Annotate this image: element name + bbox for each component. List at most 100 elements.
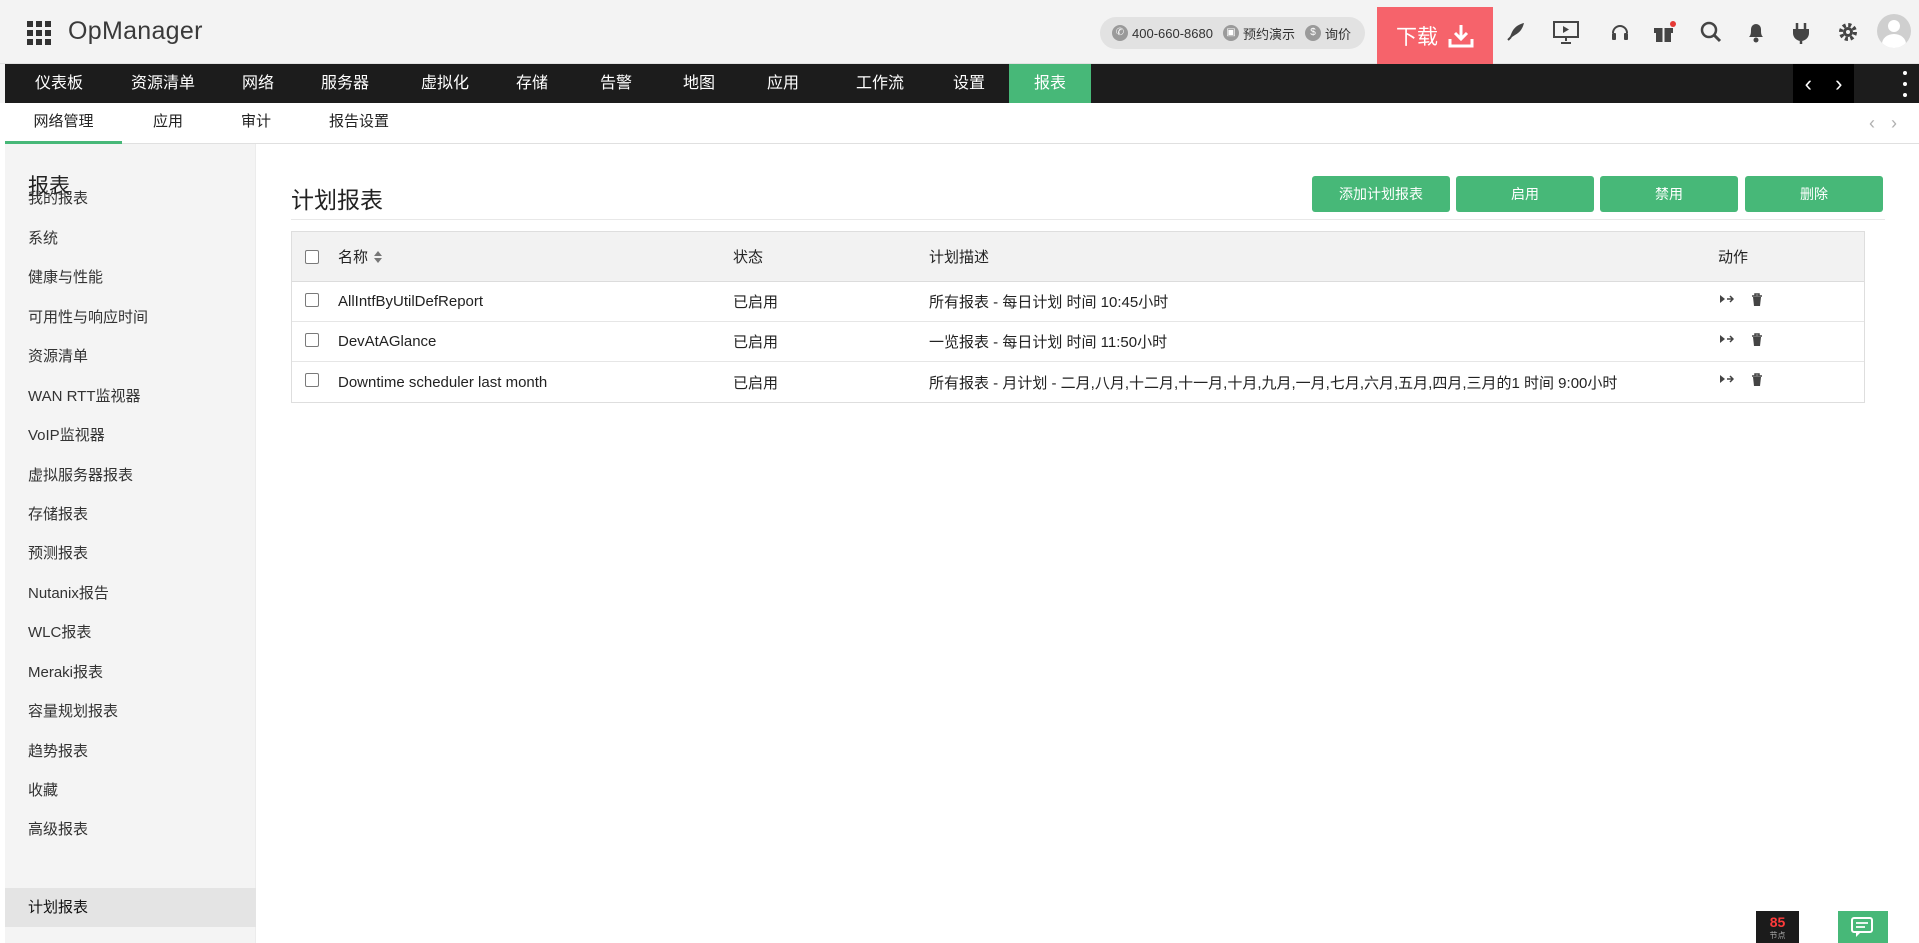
trash-icon[interactable] [1748, 330, 1766, 348]
score-badge[interactable]: 85 节点 [1756, 911, 1799, 943]
top-header: OpManager ✆ 400-660-8680 ▣ 预约演示 $ 询价 下载 [0, 0, 1919, 64]
sidebar-item-storage[interactable]: 存储报表 [5, 495, 256, 534]
trash-icon[interactable] [1748, 290, 1766, 308]
phone-icon: ✆ [1112, 25, 1128, 41]
row-name: AllIntfByUtilDefReport [338, 293, 484, 310]
title-divider [291, 219, 1885, 220]
nav-item-workflow[interactable]: 工作流 [837, 64, 923, 103]
phone-number[interactable]: 400-660-8680 [1132, 26, 1213, 41]
sidebar-item-health-performance[interactable]: 健康与性能 [5, 258, 256, 297]
row-description: 一览报表 - 每日计划 时间 11:50小时 [929, 334, 1168, 351]
sort-icon[interactable] [374, 250, 383, 263]
subtab-network-management[interactable]: 网络管理 [5, 103, 122, 144]
sidebar-item-forecast[interactable]: 预测报表 [5, 534, 256, 573]
chevron-left-icon[interactable]: ‹ [1805, 71, 1812, 97]
scheduled-reports-table: 名称 状态 计划描述 动作 AllIntfByUtilDefReport 已启用… [291, 231, 1865, 403]
run-now-icon[interactable] [1718, 370, 1736, 388]
app-logo[interactable]: OpManager [68, 17, 203, 46]
score-value: 85 [1769, 914, 1786, 930]
rocket-icon[interactable] [1502, 18, 1530, 46]
presentation-icon[interactable] [1552, 18, 1580, 46]
row-name: Downtime scheduler last month [338, 373, 548, 391]
sub-nav: 网络管理 应用 审计 报告设置 ‹› [5, 103, 1919, 144]
nav-item-maps[interactable]: 地图 [667, 64, 731, 103]
plugin-icon[interactable] [1787, 18, 1815, 46]
sidebar-item-capacity-planning[interactable]: 容量规划报表 [5, 692, 256, 731]
nav-item-reports[interactable]: 报表 [1009, 64, 1091, 103]
demo-icon: ▣ [1222, 25, 1239, 41]
sidebar-item-inventory[interactable]: 资源清单 [5, 337, 256, 376]
score-caption: 节点 [1769, 931, 1786, 940]
subtab-audit[interactable]: 审计 [230, 103, 282, 144]
sidebar-item-system[interactable]: 系统 [5, 219, 256, 258]
app-grid-icon[interactable] [27, 21, 51, 45]
chevron-left-icon[interactable]: ‹ [1869, 113, 1891, 133]
chevron-right-icon[interactable]: › [1835, 71, 1842, 97]
run-now-icon[interactable] [1718, 290, 1736, 308]
run-now-icon[interactable] [1718, 330, 1736, 348]
more-menu-icon[interactable] [1900, 71, 1910, 97]
row-checkbox[interactable] [305, 333, 319, 347]
nav-item-inventory[interactable]: 资源清单 [110, 64, 216, 103]
reports-sidebar: 报表 我的报表 系统 健康与性能 可用性与响应时间 资源清单 WAN RTT监视… [5, 144, 256, 943]
user-avatar[interactable] [1877, 14, 1911, 48]
row-status: 已启用 [733, 374, 779, 392]
chevron-right-icon[interactable]: › [1891, 113, 1913, 133]
sidebar-item-my-reports[interactable]: 我的报表 [5, 179, 256, 218]
column-header-name[interactable]: 名称 [338, 232, 383, 281]
search-icon[interactable] [1697, 18, 1725, 46]
bell-icon[interactable] [1742, 18, 1770, 46]
row-checkbox[interactable] [305, 293, 319, 307]
sidebar-item-scheduled-reports[interactable]: 计划报表 [5, 888, 256, 927]
sidebar-item-voip[interactable]: VoIP监视器 [5, 416, 256, 455]
column-header-name-label: 名称 [338, 249, 369, 266]
demo-link[interactable]: 预约演示 [1243, 24, 1295, 43]
nav-item-virtualization[interactable]: 虚拟化 [400, 64, 490, 103]
chat-button[interactable] [1838, 911, 1888, 943]
download-button[interactable]: 下载 [1377, 7, 1493, 64]
delete-button[interactable]: 删除 [1745, 176, 1883, 212]
download-icon [1448, 24, 1474, 47]
download-label: 下载 [1396, 25, 1438, 49]
row-status: 已启用 [733, 294, 779, 311]
nav-item-network[interactable]: 网络 [226, 64, 290, 103]
sidebar-item-wlc[interactable]: WLC报表 [5, 613, 256, 652]
trash-icon[interactable] [1748, 370, 1766, 388]
table-row: Downtime scheduler last month 已启用 所有报表 -… [292, 362, 1864, 402]
sidebar-item-advanced[interactable]: 高级报表 [5, 810, 256, 849]
headset-icon[interactable] [1606, 18, 1634, 46]
table-row: AllIntfByUtilDefReport 已启用 所有报表 - 每日计划 时… [292, 282, 1864, 322]
nav-item-alarms[interactable]: 告警 [584, 64, 648, 103]
disable-button[interactable]: 禁用 [1600, 176, 1738, 212]
sidebar-item-virtual-server[interactable]: 虚拟服务器报表 [5, 456, 256, 495]
contact-pill: ✆ 400-660-8680 ▣ 预约演示 $ 询价 [1100, 17, 1365, 49]
subtab-report-settings[interactable]: 报告设置 [317, 103, 401, 144]
sidebar-item-meraki[interactable]: Meraki报表 [5, 653, 256, 692]
sidebar-item-availability[interactable]: 可用性与响应时间 [5, 298, 256, 337]
enable-button[interactable]: 启用 [1456, 176, 1594, 212]
gift-icon[interactable] [1650, 18, 1678, 46]
inquiry-link[interactable]: 询价 [1325, 24, 1351, 43]
row-name: DevAtAGlance [338, 333, 437, 350]
select-all-checkbox[interactable] [305, 250, 319, 264]
nav-item-settings[interactable]: 设置 [937, 64, 1001, 103]
row-description: 所有报表 - 每日计划 时间 10:45小时 [929, 294, 1169, 311]
add-scheduled-report-button[interactable]: 添加计划报表 [1312, 176, 1450, 212]
sidebar-item-favorites[interactable]: 收藏 [5, 771, 256, 810]
nav-item-dashboard[interactable]: 仪表板 [20, 64, 98, 103]
subnav-scroll-arrows: ‹› [1869, 113, 1913, 134]
column-header-description: 计划描述 [929, 249, 990, 266]
row-checkbox[interactable] [305, 373, 319, 387]
subtab-applications[interactable]: 应用 [142, 103, 194, 144]
sidebar-item-wan-rtt[interactable]: WAN RTT监视器 [5, 377, 256, 416]
nav-item-servers[interactable]: 服务器 [300, 64, 390, 103]
column-header-action: 动作 [1718, 249, 1749, 266]
nav-item-storage[interactable]: 存储 [500, 64, 564, 103]
table-row: DevAtAGlance 已启用 一览报表 - 每日计划 时间 11:50小时 [292, 322, 1864, 362]
column-header-status: 状态 [733, 249, 764, 266]
sidebar-item-trend[interactable]: 趋势报表 [5, 732, 256, 771]
nav-item-apps[interactable]: 应用 [751, 64, 815, 103]
sidebar-item-nutanix[interactable]: Nutanix报告 [5, 574, 256, 613]
gear-icon[interactable] [1834, 18, 1862, 46]
row-status: 已启用 [733, 334, 779, 351]
